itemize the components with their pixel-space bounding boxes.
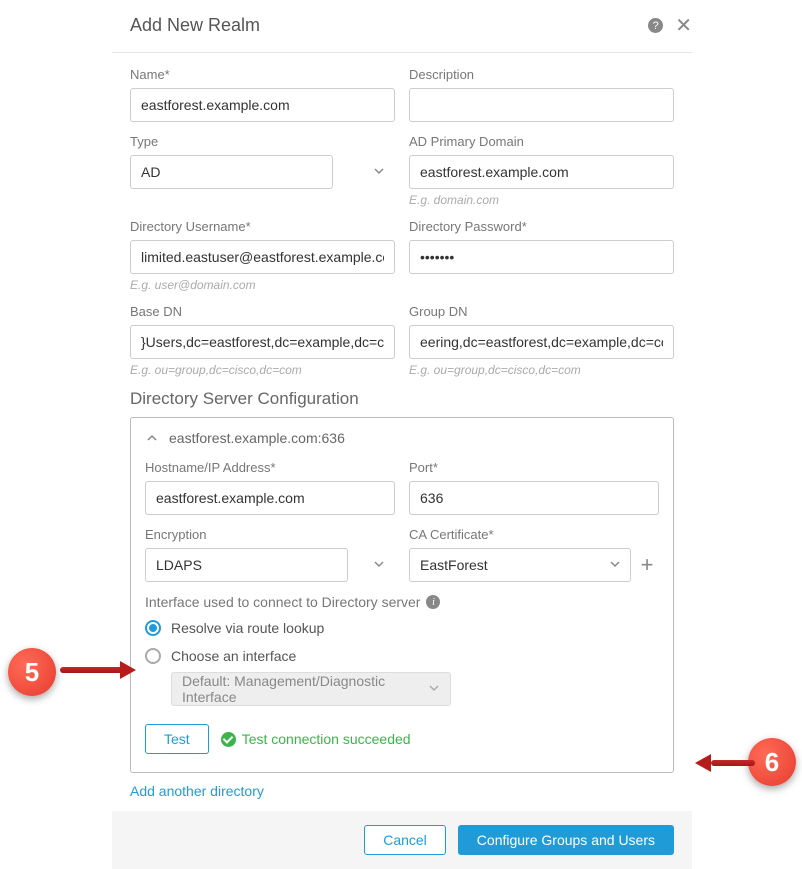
radio-choose-interface[interactable] <box>145 648 161 664</box>
host-label: Hostname/IP Address* <box>145 460 395 475</box>
chevron-down-icon <box>373 164 385 180</box>
type-label: Type <box>130 134 395 149</box>
description-label: Description <box>409 67 674 82</box>
interface-select-value: Default: Management/Diagnostic Interface <box>182 673 440 705</box>
dir-user-hint: E.g. user@domain.com <box>130 278 395 292</box>
add-realm-modal: Add New Realm ? ✕ Name* Description Type <box>112 7 692 869</box>
port-label: Port* <box>409 460 659 475</box>
encryption-select[interactable] <box>145 548 348 582</box>
modal-header: Add New Realm ? ✕ <box>112 7 692 53</box>
chevron-up-icon <box>145 431 159 445</box>
server-section-title: Directory Server Configuration <box>130 389 674 409</box>
ca-cert-select[interactable] <box>409 548 631 582</box>
info-icon[interactable]: i <box>426 595 440 609</box>
ad-domain-label: AD Primary Domain <box>409 134 674 149</box>
ad-domain-hint: E.g. domain.com <box>409 193 674 207</box>
port-input[interactable] <box>409 481 659 515</box>
annotation-bubble-6: 6 <box>748 738 796 786</box>
basedn-label: Base DN <box>130 304 395 319</box>
dir-pass-input[interactable] <box>409 240 674 274</box>
radio-resolve-route-label: Resolve via route lookup <box>171 620 324 636</box>
success-icon <box>221 732 236 747</box>
server-panel-title: eastforest.example.com:636 <box>169 430 345 446</box>
annotation-bubble-5: 5 <box>8 648 56 696</box>
server-panel-header[interactable]: eastforest.example.com:636 <box>145 430 659 446</box>
dir-user-input[interactable] <box>130 240 395 274</box>
iface-label: Interface used to connect to Directory s… <box>145 594 420 610</box>
server-panel: eastforest.example.com:636 Hostname/IP A… <box>130 417 674 773</box>
dir-pass-label: Directory Password* <box>409 219 674 234</box>
annotation-arrow-5 <box>60 663 140 677</box>
dir-user-label: Directory Username* <box>130 219 395 234</box>
interface-select: Default: Management/Diagnostic Interface <box>171 672 451 706</box>
groupdn-hint: E.g. ou=group,dc=cisco,dc=com <box>409 363 674 377</box>
help-icon[interactable]: ? <box>648 18 663 33</box>
radio-resolve-route[interactable] <box>145 620 161 636</box>
name-input[interactable] <box>130 88 395 122</box>
host-input[interactable] <box>145 481 395 515</box>
radio-choose-interface-label: Choose an interface <box>171 648 296 664</box>
basedn-input[interactable] <box>130 325 395 359</box>
ca-label: CA Certificate* <box>409 527 659 542</box>
groupdn-label: Group DN <box>409 304 674 319</box>
enc-label: Encryption <box>145 527 395 542</box>
close-icon[interactable]: ✕ <box>675 16 692 36</box>
basedn-hint: E.g. ou=group,dc=cisco,dc=com <box>130 363 395 377</box>
modal-title: Add New Realm <box>130 15 648 36</box>
add-ca-cert-button[interactable]: + <box>635 552 659 578</box>
ad-domain-input[interactable] <box>409 155 674 189</box>
add-directory-link[interactable]: Add another directory <box>130 783 264 799</box>
name-label: Name* <box>130 67 395 82</box>
description-input[interactable] <box>409 88 674 122</box>
modal-footer: Cancel Configure Groups and Users <box>112 811 692 869</box>
type-select[interactable] <box>130 155 333 189</box>
groupdn-input[interactable] <box>409 325 674 359</box>
annotation-arrow-6 <box>695 756 755 770</box>
chevron-down-icon <box>428 681 440 697</box>
configure-groups-users-button[interactable]: Configure Groups and Users <box>458 825 674 855</box>
chevron-down-icon <box>373 557 385 573</box>
cancel-button[interactable]: Cancel <box>364 825 446 855</box>
test-result-text: Test connection succeeded <box>242 731 411 747</box>
test-button[interactable]: Test <box>145 724 209 754</box>
